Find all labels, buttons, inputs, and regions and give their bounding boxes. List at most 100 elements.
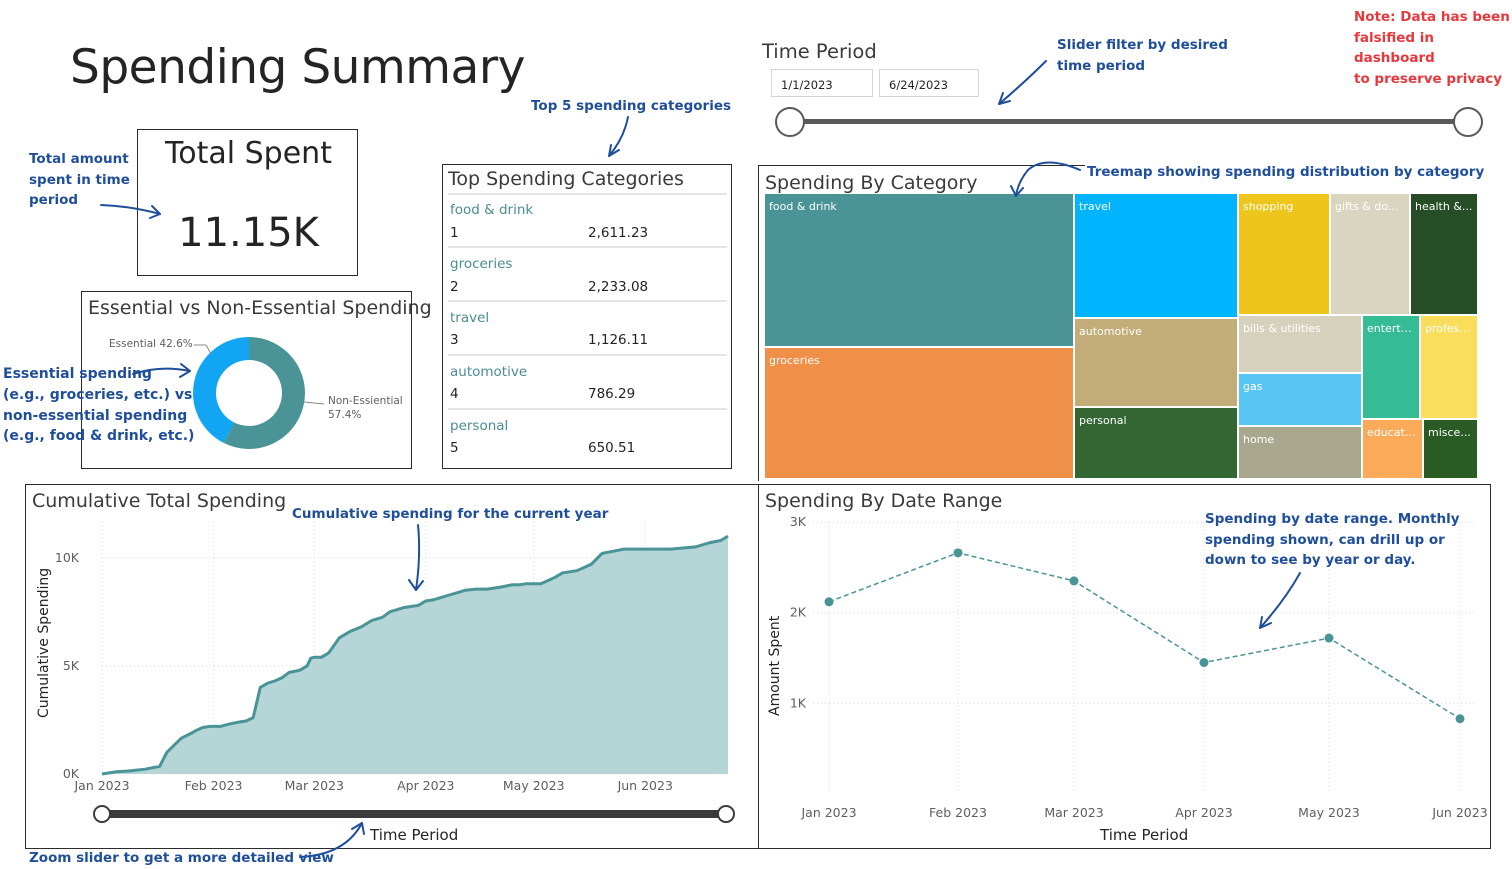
total-note-line-2: spent in time — [29, 171, 130, 188]
essential-note-line-2: (e.g., groceries, etc.) vs — [3, 386, 193, 403]
y-tick-label: 5K — [63, 658, 80, 673]
treemap-cell[interactable]: gas — [1239, 374, 1363, 427]
category-name: personal — [450, 418, 509, 434]
data-point[interactable] — [1455, 714, 1465, 724]
row-divider — [448, 300, 727, 302]
page-title: Spending Summary — [70, 40, 525, 95]
cumulative-ylabel: Cumulative Spending — [36, 567, 52, 718]
slider-note-line-1: Slider filter by desired — [1057, 37, 1228, 53]
treemap-area: food & drink groceries travel automotive per… — [765, 194, 1479, 480]
category-rank: 5 — [450, 440, 459, 456]
date-range-note-line-3: down to see by year or day. — [1205, 552, 1416, 568]
top5-arrow — [608, 116, 629, 157]
treemap-cell[interactable]: bills & utilities — [1239, 316, 1363, 374]
top5-note: Top 5 spending categories — [531, 98, 732, 114]
category-value: 786.29 — [588, 386, 636, 402]
cumulative-area[interactable] — [102, 536, 728, 774]
treemap-title: Spending By Category — [765, 172, 978, 194]
data-point[interactable] — [1199, 658, 1209, 668]
treemap-cell[interactable]: enterta... — [1363, 316, 1421, 420]
category-name: groceries — [450, 256, 513, 272]
essential-note-line-4: (e.g., food & drink, etc.) — [3, 428, 195, 445]
treemap-cell[interactable]: personal — [1075, 408, 1239, 480]
data-point[interactable] — [824, 597, 834, 607]
treemap-cell[interactable]: misce... — [1424, 420, 1479, 480]
non-essential-leader-line — [303, 401, 325, 405]
time-period-slider-track[interactable] — [789, 119, 1467, 124]
date-range-note-line-2: spending shown, can drill up or — [1205, 531, 1445, 548]
total-spent-value: 11.15K — [178, 210, 319, 256]
category-rank: 3 — [450, 332, 459, 348]
total-spent-card: Total Spent 11.15K — [137, 129, 358, 276]
category-rank: 2 — [450, 279, 459, 295]
category-rank: 1 — [450, 225, 459, 241]
category-value: 1,126.11 — [588, 332, 649, 348]
treemap-note: Treemap showing spending distribution by… — [1085, 162, 1487, 183]
x-tick-label: Mar 2023 — [1044, 805, 1103, 820]
data-point[interactable] — [1069, 576, 1079, 586]
cumulative-note: Cumulative spending for the current year — [292, 506, 609, 522]
top5-arrow-head — [608, 144, 620, 157]
top-categories-header-divider — [448, 193, 727, 195]
time-period-slider-start-handle[interactable] — [775, 107, 805, 137]
treemap-cell[interactable]: travel — [1075, 194, 1239, 319]
treemap-cell[interactable]: profes... — [1421, 316, 1479, 420]
x-tick-label: Mar 2023 — [285, 778, 344, 793]
date-range-ylabel: Amount Spent — [767, 615, 783, 716]
category-value: 2,233.08 — [588, 279, 649, 295]
y-tick-label: 10K — [55, 550, 80, 565]
slider-note-line-2: time period — [1057, 57, 1146, 74]
treemap-cell[interactable]: home — [1239, 427, 1363, 480]
end-date-input[interactable]: 6/24/2023 — [879, 69, 979, 97]
row-divider — [448, 408, 727, 410]
zoom-slider-end-handle[interactable] — [717, 805, 735, 823]
date-range-line[interactable] — [828, 552, 1461, 720]
category-value: 2,611.23 — [588, 225, 649, 241]
top-categories-title: Top Spending Categories — [448, 168, 684, 190]
time-period-title: Time Period — [762, 40, 877, 63]
slider-arrow — [998, 60, 1047, 105]
x-tick-label: Feb 2023 — [185, 778, 243, 793]
essential-note-line-1: Essential spending — [3, 366, 152, 382]
essential-note-line-3: non-essential spending — [3, 407, 188, 424]
treemap-cell[interactable]: groceries — [765, 348, 1075, 480]
x-tick-label: Jun 2023 — [617, 778, 673, 793]
treemap-cell[interactable]: educati... — [1363, 420, 1424, 480]
category-name: automotive — [450, 364, 528, 380]
date-range-note-line-1: Spending by date range. Monthly — [1205, 511, 1460, 527]
start-date-input[interactable]: 1/1/2023 — [771, 69, 873, 97]
x-tick-label: Jan 2023 — [800, 805, 856, 820]
treemap-cell[interactable]: shopping — [1239, 194, 1331, 316]
privacy-note: Note: Data has been falsified in dashboa… — [1354, 7, 1512, 89]
slider-arrow-head — [998, 92, 1011, 105]
time-period-slider-end-handle[interactable] — [1453, 107, 1483, 137]
total-note-line-1: Total amount — [29, 151, 129, 167]
top-categories-card: Top Spending Categories food & drink 1 2… — [442, 164, 732, 469]
x-tick-label: Apr 2023 — [397, 778, 454, 793]
category-name: food & drink — [450, 202, 534, 218]
x-tick-label: Jun 2023 — [1431, 805, 1487, 820]
data-point[interactable] — [1324, 633, 1334, 643]
treemap-cell[interactable]: gifts & do... — [1331, 194, 1411, 316]
row-divider — [448, 354, 727, 356]
date-range-note: Spending by date range. Monthly spending… — [1205, 509, 1460, 571]
x-tick-label: May 2023 — [503, 778, 565, 793]
category-value: 650.51 — [588, 440, 636, 456]
non-essential-pct: 57.4% — [328, 409, 362, 421]
x-tick-label: Jan 2023 — [73, 778, 129, 793]
essential-label: Essential 42.6% — [109, 338, 193, 350]
treemap-cell[interactable]: food & drink — [765, 194, 1075, 348]
zoom-slider-track[interactable] — [102, 810, 727, 818]
x-tick-label: Feb 2023 — [929, 805, 987, 820]
row-divider — [448, 246, 727, 248]
total-note: Total amount spent in time period — [29, 149, 130, 211]
category-rank: 4 — [450, 386, 459, 402]
x-tick-label: Apr 2023 — [1175, 805, 1232, 820]
y-tick-label: 2K — [790, 605, 807, 620]
data-point[interactable] — [953, 548, 963, 558]
zoom-slider-start-handle[interactable] — [93, 805, 111, 823]
treemap-cell[interactable]: health &... — [1411, 194, 1479, 316]
privacy-note-line-1: Note: Data has been — [1354, 9, 1510, 25]
treemap-cell[interactable]: automotive — [1075, 319, 1239, 408]
cumulative-xlabel: Time Period — [370, 826, 459, 844]
